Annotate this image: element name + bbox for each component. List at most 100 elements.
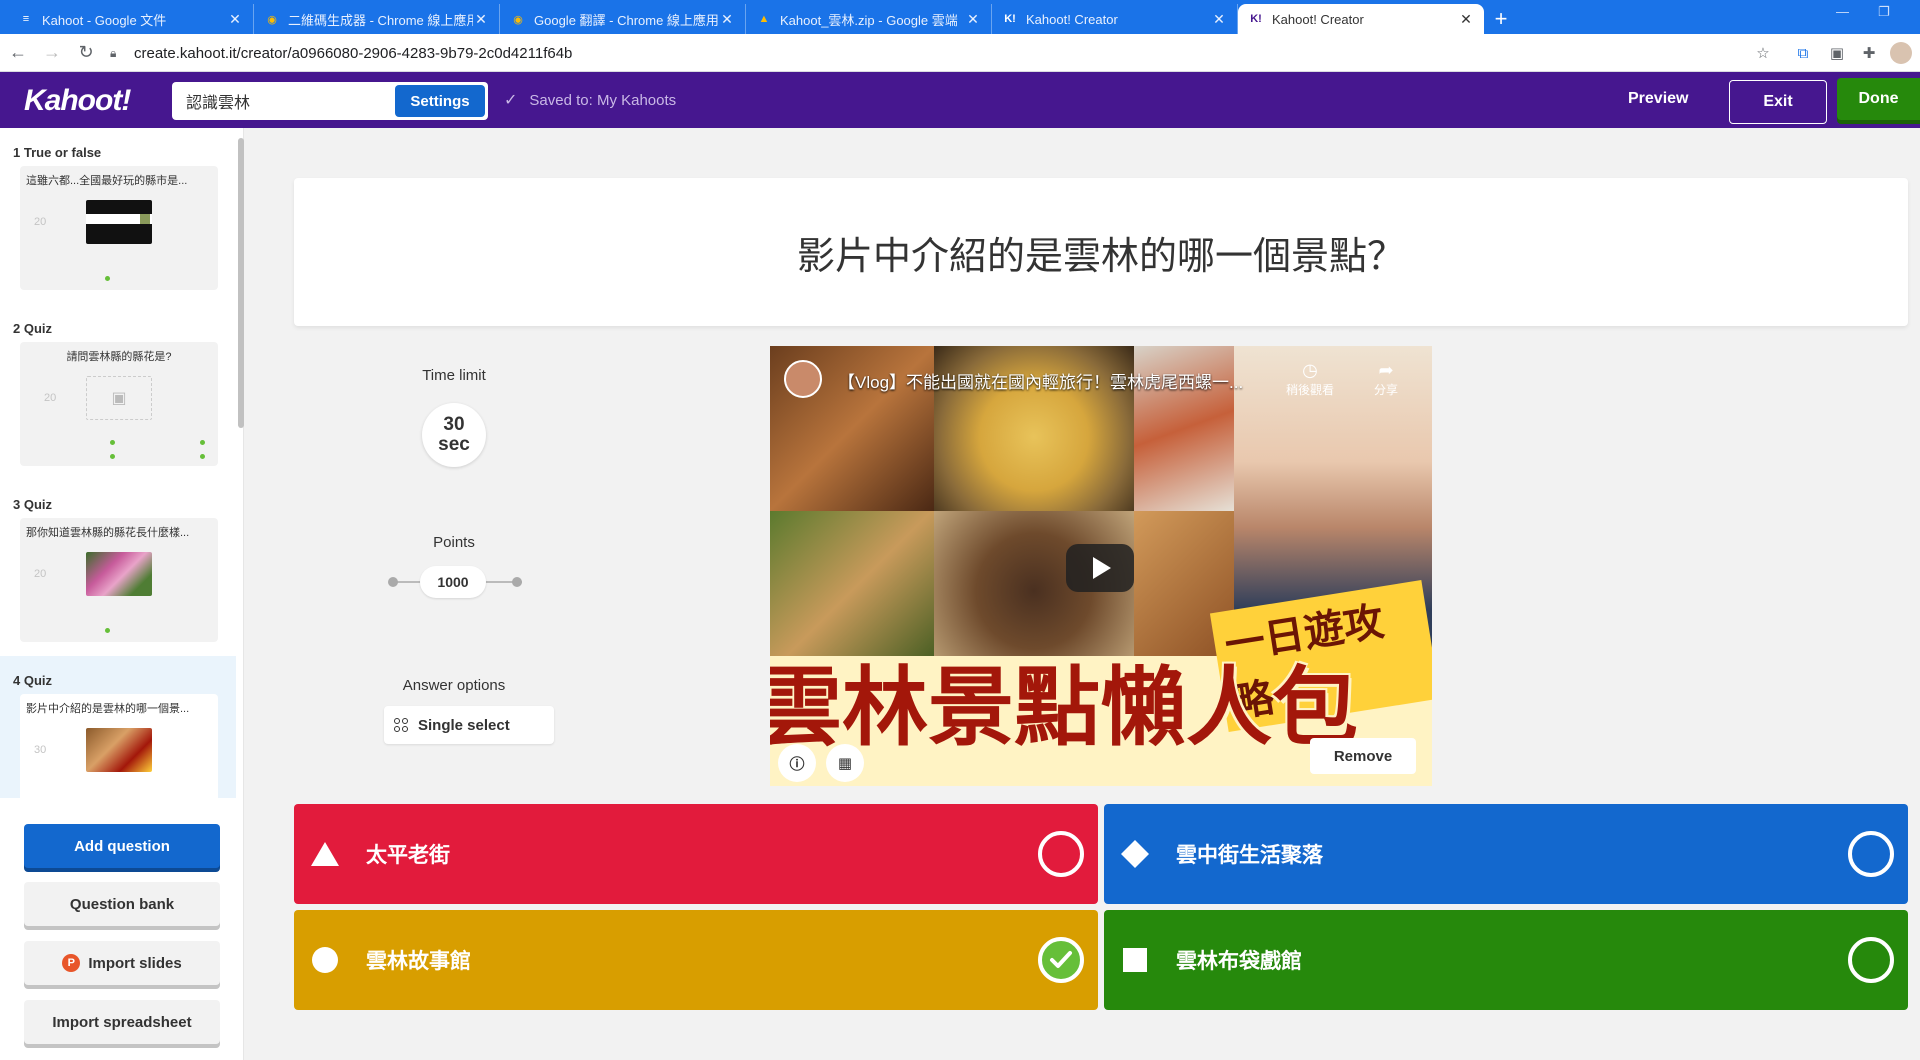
square-icon bbox=[1118, 943, 1152, 977]
answer-1[interactable]: 太平老街 bbox=[294, 804, 1098, 904]
puzzle-icon[interactable]: ✚ bbox=[1858, 42, 1880, 64]
points-value[interactable]: 1000 bbox=[420, 566, 486, 598]
avatar[interactable] bbox=[1890, 42, 1912, 64]
answer-3[interactable]: 雲林故事館 bbox=[294, 910, 1098, 1010]
browser-tab-kahoot-1[interactable]: K! Kahoot! Creator ✕ bbox=[992, 4, 1238, 34]
time-unit: sec bbox=[438, 434, 470, 455]
play-button[interactable] bbox=[1066, 544, 1134, 592]
exit-button[interactable]: Exit bbox=[1729, 80, 1827, 124]
video-embed[interactable]: 【Vlog】不能出國就在國內輕旅行！雲林虎尾西螺一... ◷ 稍後觀看 ➦ 分享… bbox=[770, 346, 1432, 786]
browser-tab-qr[interactable]: ◉ 二維碼生成器 - Chrome 線上應用 ✕ bbox=[254, 4, 500, 34]
answer-4[interactable]: 雲林布袋戲館 bbox=[1104, 910, 1908, 1010]
answer-text[interactable]: 雲中街生活聚落 bbox=[1176, 839, 1848, 869]
slide-sidebar: 1 True or false 這雖六都...全國最好玩的縣市是... 20 2… bbox=[0, 128, 244, 1060]
url-text: create.kahoot.it/creator/a0966080-2906-4… bbox=[134, 44, 573, 62]
edit-video-icon[interactable]: ▦ bbox=[826, 744, 864, 782]
powerpoint-icon: P bbox=[62, 954, 81, 972]
minimize-icon[interactable]: — bbox=[1836, 4, 1849, 19]
saved-text: Saved to: My Kahoots bbox=[529, 91, 677, 109]
close-icon[interactable]: ✕ bbox=[1211, 11, 1227, 28]
close-icon[interactable]: ✕ bbox=[473, 11, 489, 28]
slide-question: 請問雲林縣的縣花是? bbox=[66, 351, 172, 363]
slide-item-1[interactable]: 1 True or false 這雖六都...全國最好玩的縣市是... 20 bbox=[0, 128, 236, 304]
video-title[interactable]: 【Vlog】不能出國就在國內輕旅行！雲林虎尾西螺一... bbox=[838, 368, 1243, 393]
slide-card[interactable]: 請問雲林縣的縣花是? 20 ▣ bbox=[20, 342, 218, 466]
import-slides-button[interactable]: P Import slides bbox=[24, 941, 220, 985]
time-limit-selector[interactable]: 30 sec bbox=[422, 403, 486, 467]
webstore-icon: ◉ bbox=[513, 13, 523, 26]
food-tile-4 bbox=[770, 511, 934, 671]
tab-title: Google 翻譯 - Chrome 線上應用 bbox=[534, 12, 719, 28]
translate-extension-icon[interactable]: ⧉ bbox=[1792, 42, 1814, 64]
watch-later-button[interactable]: ◷ 稍後觀看 bbox=[1286, 360, 1334, 398]
slide-thumbnail bbox=[86, 728, 152, 772]
clock-icon: ◷ bbox=[1302, 360, 1318, 380]
browser-tab-drive[interactable]: ▲ Kahoot_雲林.zip - Google 雲端 ✕ bbox=[746, 4, 992, 34]
settings-button[interactable]: Settings bbox=[395, 85, 485, 117]
browser-tab-docs[interactable]: ≡ Kahoot - Google 文件 ✕ bbox=[8, 4, 254, 34]
maximize-icon[interactable]: ❐ bbox=[1878, 4, 1890, 20]
close-icon[interactable]: ✕ bbox=[1458, 11, 1474, 28]
address-bar[interactable]: 🔒︎ create.kahoot.it/creator/a0966080-290… bbox=[110, 38, 1750, 68]
slide-card[interactable]: 那你知道雲林縣的縣花長什麼樣... 20 bbox=[20, 518, 218, 642]
answer-dot bbox=[105, 628, 110, 633]
close-icon[interactable]: ✕ bbox=[965, 11, 981, 28]
answer-dot bbox=[105, 276, 110, 281]
saved-status: ✓ Saved to: My Kahoots bbox=[504, 90, 676, 110]
slide-time: 30 bbox=[34, 744, 47, 756]
done-button[interactable]: Done bbox=[1837, 78, 1920, 120]
remove-media-button[interactable]: Remove bbox=[1310, 738, 1416, 774]
close-icon[interactable]: ✕ bbox=[719, 11, 735, 28]
info-icon[interactable]: ⓘ bbox=[778, 744, 816, 782]
diamond-icon bbox=[1118, 837, 1152, 871]
answer-text[interactable]: 雲林故事館 bbox=[366, 945, 1038, 975]
drive-icon: ▲ bbox=[758, 13, 770, 25]
close-icon[interactable]: ✕ bbox=[227, 11, 243, 28]
question-title-field[interactable]: 影片中介紹的是雲林的哪一個景點？ bbox=[294, 178, 1908, 326]
back-icon[interactable]: ← bbox=[2, 37, 34, 69]
slide-item-2[interactable]: 2 Quiz 請問雲林縣的縣花是? 20 ▣ bbox=[0, 304, 236, 480]
browser-tab-translate[interactable]: ◉ Google 翻譯 - Chrome 線上應用 ✕ bbox=[500, 4, 746, 34]
reload-icon[interactable]: ↻ bbox=[70, 37, 102, 69]
lock-icon: 🔒︎ bbox=[110, 45, 117, 60]
slide-thumbnail bbox=[86, 552, 152, 596]
single-select-icon bbox=[394, 718, 408, 732]
points-slider-max[interactable] bbox=[512, 577, 522, 587]
time-value: 30 bbox=[443, 414, 465, 435]
slide-card[interactable]: 影片中介紹的是雲林的哪一個景... 30 bbox=[20, 694, 218, 798]
new-tab-button[interactable]: + bbox=[1484, 4, 1518, 34]
kahoot-title-input[interactable]: 認識雲林 bbox=[186, 89, 395, 113]
answer-text[interactable]: 雲林布袋戲館 bbox=[1176, 945, 1848, 975]
channel-avatar[interactable] bbox=[784, 360, 822, 398]
forward-icon[interactable]: → bbox=[36, 37, 68, 69]
kahoot-logo[interactable]: Kahoot! bbox=[24, 84, 131, 118]
preview-button[interactable]: Preview bbox=[1628, 90, 1688, 108]
slide-item-4[interactable]: 4 Quiz 影片中介紹的是雲林的哪一個景... 30 bbox=[0, 656, 236, 798]
correct-toggle[interactable] bbox=[1848, 831, 1894, 877]
correct-toggle[interactable] bbox=[1038, 831, 1084, 877]
time-limit-label: Time limit bbox=[422, 367, 486, 384]
slide-item-3[interactable]: 3 Quiz 那你知道雲林縣的縣花長什麼樣... 20 bbox=[0, 480, 236, 656]
add-question-button[interactable]: Add question bbox=[24, 824, 220, 868]
slide-label: 2 Quiz bbox=[13, 321, 53, 336]
answer-options-select[interactable]: Single select bbox=[384, 706, 554, 744]
points-slider-min[interactable] bbox=[388, 577, 398, 587]
circle-icon bbox=[308, 943, 342, 977]
correct-toggle[interactable] bbox=[1848, 937, 1894, 983]
slide-question: 那你知道雲林縣的縣花長什麼樣... bbox=[26, 527, 190, 539]
share-label: 分享 bbox=[1374, 383, 1399, 397]
share-button[interactable]: ➦ 分享 bbox=[1374, 360, 1398, 398]
answer-2[interactable]: 雲中街生活聚落 bbox=[1104, 804, 1908, 904]
answer-text[interactable]: 太平老街 bbox=[366, 839, 1038, 869]
kahoot-title-field[interactable]: 認識雲林 Settings bbox=[172, 82, 488, 120]
slide-card[interactable]: 這雖六都...全國最好玩的縣市是... 20 bbox=[20, 166, 218, 290]
question-bank-button[interactable]: Question bank bbox=[24, 882, 220, 926]
import-spreadsheet-button[interactable]: Import spreadsheet bbox=[24, 1000, 220, 1044]
screen-extension-icon[interactable]: ▣ bbox=[1826, 42, 1848, 64]
points-label: Points bbox=[433, 534, 475, 551]
star-icon[interactable]: ☆ bbox=[1752, 42, 1774, 64]
tab-title: Kahoot - Google 文件 bbox=[42, 12, 167, 28]
browser-tab-kahoot-active[interactable]: K! Kahoot! Creator ✕ bbox=[1238, 4, 1484, 34]
sidebar-scrollbar[interactable] bbox=[238, 138, 244, 428]
correct-toggle[interactable] bbox=[1038, 937, 1084, 983]
